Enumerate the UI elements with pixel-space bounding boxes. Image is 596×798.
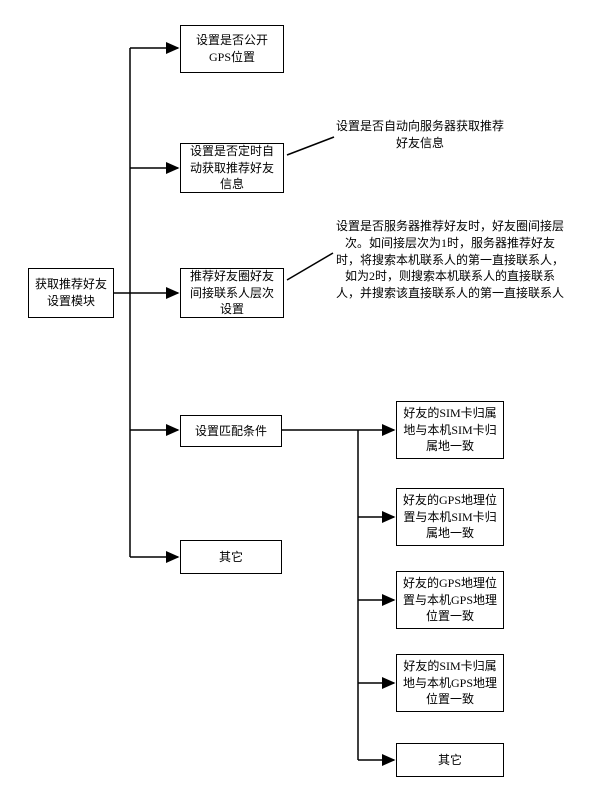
gps-public-box: 设置是否公开GPS位置 bbox=[180, 25, 284, 73]
match-conditions-label: 设置匹配条件 bbox=[195, 423, 267, 440]
match-other-label: 其它 bbox=[438, 752, 462, 769]
auto-fetch-annotation: 设置是否自动向服务器获取推荐好友信息 bbox=[335, 118, 505, 152]
root-box: 获取推荐好友设置模块 bbox=[28, 268, 114, 318]
sim-gps-label: 好友的SIM卡归属地与本机GPS地理位置一致 bbox=[403, 658, 497, 708]
gps-gps-box: 好友的GPS地理位置与本机GPS地理位置一致 bbox=[396, 571, 504, 629]
indirect-level-note: 设置是否服务器推荐好友时，好友圈间接层次。如间接层次为1时，服务器推荐好友时，将… bbox=[336, 219, 564, 300]
gps-public-label: 设置是否公开GPS位置 bbox=[187, 32, 277, 66]
gps-sim-box: 好友的GPS地理位置与本机SIM卡归属地一致 bbox=[396, 488, 504, 546]
sim-sim-box: 好友的SIM卡归属地与本机SIM卡归属地一致 bbox=[396, 401, 504, 459]
auto-fetch-box: 设置是否定时自动获取推荐好友信息 bbox=[180, 143, 284, 193]
indirect-level-label: 推荐好友圈好友间接联系人层次设置 bbox=[187, 268, 277, 318]
gps-gps-label: 好友的GPS地理位置与本机GPS地理位置一致 bbox=[403, 575, 497, 625]
root-label: 获取推荐好友设置模块 bbox=[35, 276, 107, 310]
indirect-level-annotation: 设置是否服务器推荐好友时，好友圈间接层次。如间接层次为1时，服务器推荐好友时，将… bbox=[335, 218, 565, 302]
gps-sim-label: 好友的GPS地理位置与本机SIM卡归属地一致 bbox=[403, 492, 497, 542]
sim-gps-box: 好友的SIM卡归属地与本机GPS地理位置一致 bbox=[396, 654, 504, 712]
indirect-level-box: 推荐好友圈好友间接联系人层次设置 bbox=[180, 268, 284, 318]
auto-fetch-note: 设置是否自动向服务器获取推荐好友信息 bbox=[336, 119, 504, 150]
sim-sim-label: 好友的SIM卡归属地与本机SIM卡归属地一致 bbox=[403, 405, 497, 455]
match-conditions-box: 设置匹配条件 bbox=[180, 415, 282, 447]
auto-fetch-label: 设置是否定时自动获取推荐好友信息 bbox=[187, 143, 277, 193]
other-label: 其它 bbox=[219, 549, 243, 566]
other-box: 其它 bbox=[180, 540, 282, 574]
match-other-box: 其它 bbox=[396, 743, 504, 777]
